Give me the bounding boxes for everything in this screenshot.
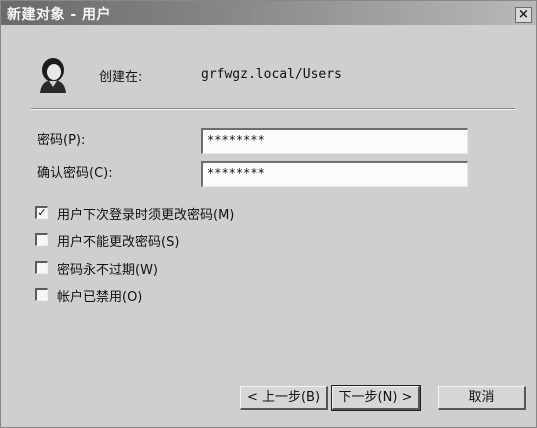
cannot-change-password-label: 用户不能更改密码(S) xyxy=(57,235,180,250)
cancel-button[interactable]: 取消 xyxy=(438,386,526,410)
dialog-title: 新建对象 - 用户 xyxy=(7,7,112,23)
must-change-password-checkbox[interactable]: ✓ xyxy=(35,206,48,219)
password-never-expires-label: 密码永不过期(W) xyxy=(57,263,158,278)
password-label: 密码(P): xyxy=(37,133,86,148)
title-bar[interactable]: 新建对象 - 用户 × xyxy=(1,1,536,25)
cannot-change-password-checkbox[interactable] xyxy=(35,233,48,246)
divider xyxy=(31,108,515,110)
account-disabled-label: 帐户已禁用(O) xyxy=(57,290,143,305)
must-change-password-label: 用户下次登录时须更改密码(M) xyxy=(57,208,235,223)
password-field[interactable]: ******** xyxy=(201,128,468,154)
close-icon: × xyxy=(518,7,529,22)
created-in-label: 创建在: xyxy=(99,70,143,85)
next-button[interactable]: 下一步(N) > xyxy=(331,385,421,411)
user-icon xyxy=(40,58,66,93)
confirm-password-label: 确认密码(C): xyxy=(37,166,113,181)
password-never-expires-checkbox[interactable] xyxy=(35,261,48,274)
back-button[interactable]: < 上一步(B) xyxy=(240,386,328,410)
close-button[interactable]: × xyxy=(515,7,532,23)
confirm-password-field[interactable]: ******** xyxy=(201,161,468,187)
new-user-dialog: 新建对象 - 用户 × 创建在: grfwgz.local/Users 密码(P… xyxy=(0,0,537,428)
created-in-path: grfwgz.local/Users xyxy=(201,67,342,82)
account-disabled-checkbox[interactable] xyxy=(35,288,48,301)
